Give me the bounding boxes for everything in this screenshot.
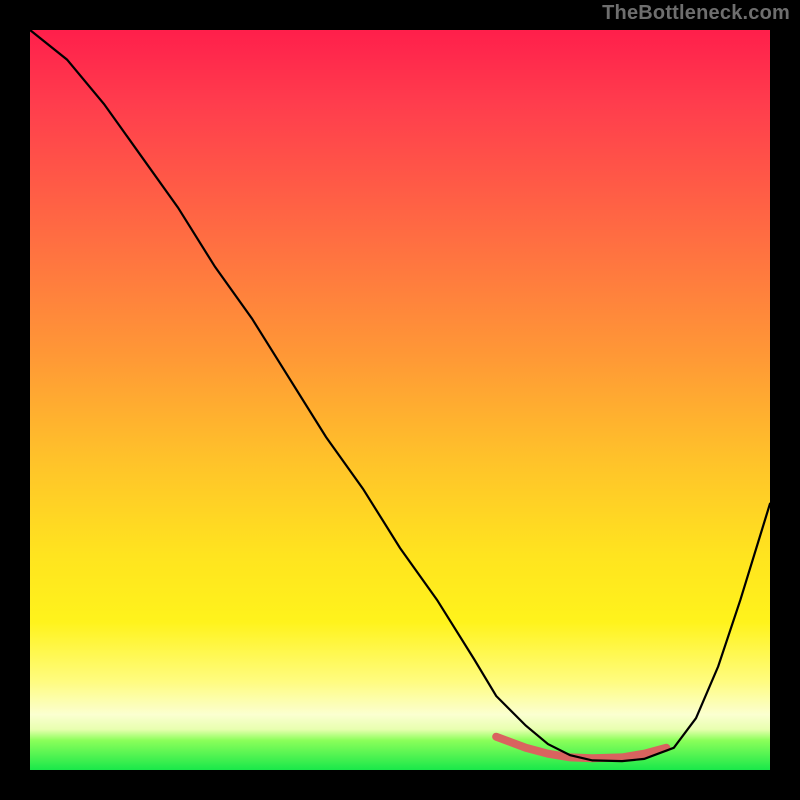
- bottleneck-curve-line: [30, 30, 770, 761]
- chart-frame: TheBottleneck.com: [0, 0, 800, 800]
- plot-area: [30, 30, 770, 770]
- watermark-text: TheBottleneck.com: [602, 2, 790, 25]
- chart-svg: [30, 30, 770, 770]
- accent-min-region: [496, 737, 666, 759]
